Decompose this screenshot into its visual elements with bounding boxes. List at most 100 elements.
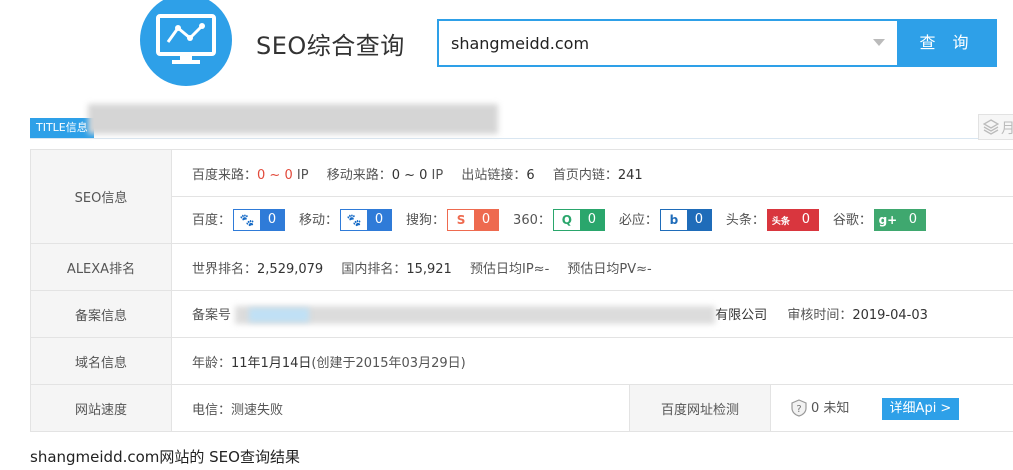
sogou-icon: S	[448, 210, 475, 231]
engine-badge[interactable]: g+ 0	[873, 209, 926, 232]
engine-weight: 360： Q 0	[513, 209, 605, 232]
table-row: SEO信息 百度来路：0 ~ 0 IP 移动来路：0 ~ 0 IP 出站链接：6…	[30, 149, 1013, 244]
icp-content: 备案号 有限公司 审核时间：2019-04-03	[170, 290, 1013, 338]
page-title: SEO综合查询	[256, 32, 405, 60]
seo-info-table: SEO信息 百度来路：0 ~ 0 IP 移动来路：0 ~ 0 IP 出站链接：6…	[30, 149, 1013, 432]
search-engine-weights: 百度： 🐾 0 移动： 🐾 0 搜狗： S 0 360： Q 0 必应： b 0 头条： 头条 0 谷歌： g+ 0	[170, 196, 1013, 244]
engine-weight-value: 0	[474, 210, 499, 231]
engine-badge[interactable]: 头条 0	[766, 209, 819, 232]
engine-badge[interactable]: S0	[447, 209, 500, 232]
shield-question-icon: ?	[791, 399, 807, 417]
baidu-traffic: 百度来路：0 ~ 0 IP	[192, 164, 309, 183]
domain-age-value: 11年1月14日	[231, 355, 312, 371]
domain-content: 年龄：11年1月14日(创建于2015年03月29日)	[170, 337, 1013, 385]
daily-ip-value: -	[544, 261, 550, 277]
world-rank-label: 世界排名：	[192, 261, 258, 277]
engine-weight-value: 0	[900, 210, 925, 231]
engine-badge[interactable]: Q0	[552, 209, 605, 232]
daily-pv-label: 预估日均PV≈	[567, 261, 648, 277]
mobile-paw-icon: 🐾	[341, 210, 368, 231]
icp-prefix: 备案号	[192, 307, 232, 323]
engine-weight: 谷歌： g+ 0	[833, 209, 926, 232]
engine-weight: 头条： 头条 0	[726, 209, 819, 232]
daily-ip: 预估日均IP≈-	[470, 258, 549, 277]
engine-label: 移动：	[299, 212, 339, 228]
telecom-value: 测速失败	[231, 402, 284, 418]
share-button[interactable]: 月	[978, 114, 1013, 140]
share-icon-text: 月	[1001, 121, 1013, 137]
detail-api-button[interactable]: 详细Api >	[881, 397, 960, 420]
telecom-label: 电信：	[192, 402, 232, 418]
engine-label: 360：	[513, 212, 551, 228]
domestic-rank-label: 国内排名：	[341, 261, 407, 277]
domain-age-label: 年龄：	[192, 355, 232, 371]
redacted-icp	[235, 306, 716, 325]
engine-weight-value: 0	[260, 210, 285, 231]
homepage-links: 首页内链：241	[553, 164, 643, 183]
baidu-check-content: ? 0 未知 详细Api >	[769, 384, 1013, 432]
toutiao-icon: 头条	[767, 210, 794, 231]
engine-weight-value: 0	[686, 210, 711, 231]
logo	[140, 0, 232, 86]
monitor-chart-icon	[156, 14, 216, 64]
daily-pv-value: -	[647, 261, 652, 277]
homepage-links-value[interactable]: 241	[618, 168, 643, 183]
seo-info-label: SEO信息	[30, 149, 172, 244]
domain-created-note: (创建于2015年03月29日)	[311, 355, 466, 371]
daily-ip-label: 预估日均IP≈	[469, 261, 545, 277]
alexa-label: ALEXA排名	[30, 243, 172, 291]
world-rank: 世界排名：2,529,079	[192, 258, 323, 277]
outlinks-value[interactable]: 6	[526, 168, 534, 183]
engine-badge[interactable]: b0	[659, 209, 712, 232]
icp-company-suffix: 有限公司	[715, 307, 768, 323]
world-rank-value: 2,529,079	[257, 261, 324, 277]
mobile-traffic-label: 移动来路：	[326, 167, 392, 183]
chevron-down-icon[interactable]	[873, 39, 885, 46]
audit-time-value: 2019-04-03	[852, 307, 928, 323]
engine-weight: 移动： 🐾 0	[299, 209, 393, 232]
table-row: ALEXA排名 世界排名：2,529,079 国内排名：15,921 预估日均I…	[30, 243, 1013, 291]
engine-badge[interactable]: 🐾 0	[233, 209, 286, 232]
engine-label: 百度：	[192, 212, 232, 228]
engine-weight-value: 0	[793, 210, 818, 231]
outlinks-label: 出站链接：	[461, 167, 527, 183]
table-row: 备案信息 备案号 有限公司 审核时间：2019-04-03	[30, 290, 1013, 338]
baidu-paw-icon: 🐾	[234, 210, 261, 231]
daily-pv: 预估日均PV≈-	[567, 258, 651, 277]
svg-text:?: ?	[796, 404, 801, 415]
layers-icon	[983, 119, 999, 135]
domestic-rank-value: 15,921	[406, 261, 452, 277]
baidu-check-label: 百度网址检测	[629, 384, 771, 432]
icp-label: 备案信息	[30, 290, 172, 338]
search-input[interactable]	[439, 21, 859, 65]
title-info-tag: TITLE信息	[30, 118, 94, 138]
baidu-traffic-value: 0 ~ 0	[257, 167, 293, 183]
engine-weight-value: 0	[579, 210, 604, 231]
engine-label: 搜狗：	[406, 212, 446, 228]
outlinks: 出站链接：6	[461, 164, 534, 183]
engine-badge[interactable]: 🐾 0	[340, 209, 393, 232]
engine-weight: 百度： 🐾 0	[192, 209, 286, 232]
homepage-links-label: 首页内链：	[552, 167, 618, 183]
speed-content: 电信：测速失败	[171, 384, 630, 432]
engine-weight: 必应： b 0	[619, 209, 712, 232]
bing-icon: b	[660, 210, 687, 231]
audit-time: 审核时间：2019-04-03	[787, 304, 928, 323]
engine-label: 谷歌：	[832, 212, 872, 228]
mobile-traffic-value: 0 ~ 0	[391, 167, 428, 183]
engine-label: 必应：	[618, 212, 658, 228]
search-box	[437, 19, 897, 67]
domain-label: 域名信息	[30, 337, 172, 385]
baidu-traffic-unit: IP	[296, 167, 309, 183]
engine-weight-value: 0	[367, 210, 392, 231]
divider	[30, 138, 1013, 139]
engine-label: 头条：	[725, 212, 765, 228]
table-row: 网站速度 电信：测速失败 百度网址检测 ? 0 未知 详细Api >	[30, 384, 1013, 432]
search-button[interactable]: 查 询	[897, 19, 997, 67]
table-row: 百度： 🐾 0 移动： 🐾 0 搜狗： S 0 360： Q 0 必应： b 0 头条： 头条 0 谷歌： g+ 0	[31, 196, 1013, 244]
so360-icon: Q	[553, 210, 580, 231]
seo-traffic-line: 百度来路：0 ~ 0 IP 移动来路：0 ~ 0 IP 出站链接：6 首页内链：…	[170, 149, 1013, 197]
speed-label: 网站速度	[30, 384, 172, 432]
google-plus-icon: g+	[874, 210, 901, 231]
baidu-check-value: 0 未知	[811, 400, 850, 416]
